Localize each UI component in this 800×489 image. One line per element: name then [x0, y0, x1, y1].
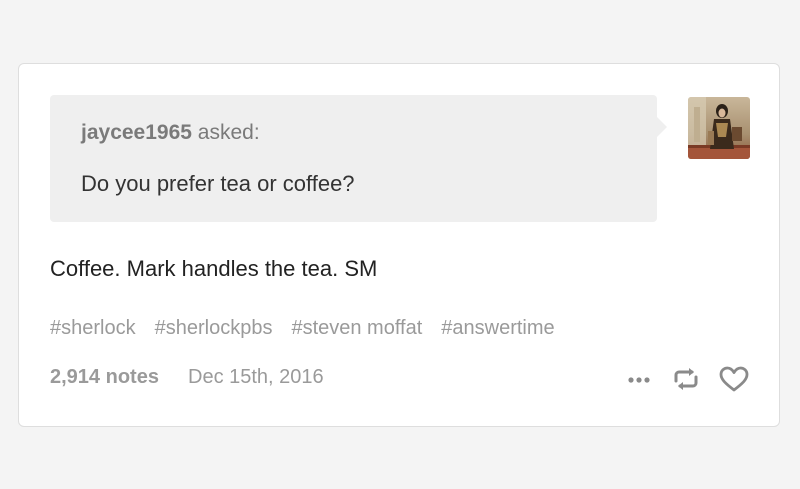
tag-link[interactable]: #sherlock	[50, 317, 136, 340]
tag-list: #sherlock #sherlockpbs #steven moffat #a…	[50, 317, 555, 340]
heart-icon[interactable]	[718, 364, 750, 394]
tag-link[interactable]: #steven moffat	[291, 317, 422, 340]
ask-bubble: jaycee1965 asked: Do you prefer tea or c…	[50, 95, 667, 222]
answer-text: Coffee. Mark handles the tea. SM	[50, 256, 378, 281]
asker-name-link[interactable]: jaycee1965	[81, 121, 192, 144]
avatar[interactable]	[688, 97, 750, 159]
post-card: jaycee1965 asked: Do you prefer tea or c…	[18, 63, 780, 427]
more-dots-icon[interactable]	[624, 364, 654, 394]
notes-count-link[interactable]: 2,914 notes	[50, 366, 159, 389]
asker-line: jaycee1965 asked:	[81, 121, 260, 145]
tag-link[interactable]: #sherlockpbs	[155, 317, 273, 340]
post-footer: 2,914 notes Dec 15th, 2016	[50, 364, 750, 394]
question-text: Do you prefer tea or coffee?	[81, 171, 355, 196]
post-actions	[624, 364, 750, 394]
asked-label: asked:	[197, 121, 260, 144]
tag-link[interactable]: #answertime	[441, 317, 554, 340]
reblog-icon[interactable]	[670, 364, 702, 394]
avatar-image	[688, 97, 750, 159]
post-date-link[interactable]: Dec 15th, 2016	[188, 366, 324, 389]
